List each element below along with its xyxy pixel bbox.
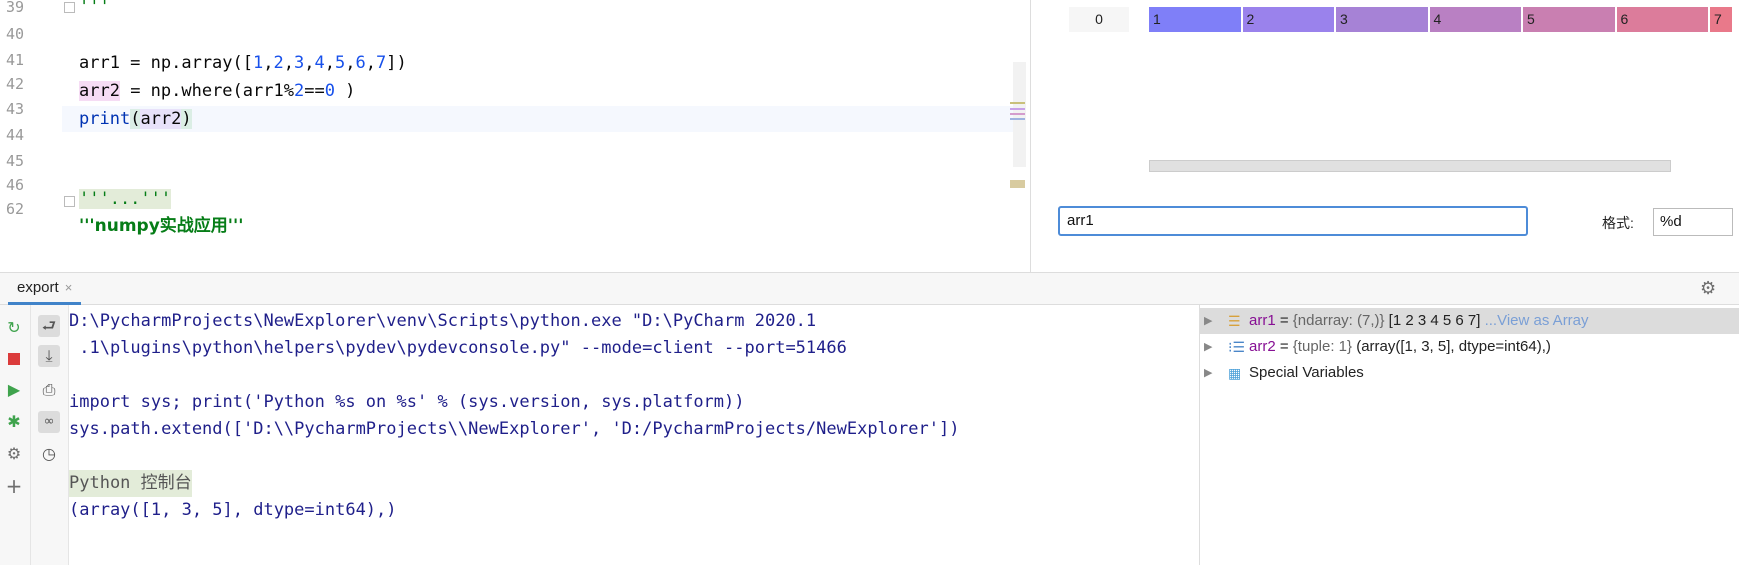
console-toolbar-secondary: ⮐ ⤓ ⎙ ∞ ◷ bbox=[31, 305, 69, 565]
horizontal-scrollbar[interactable] bbox=[1149, 160, 1671, 172]
gear-icon[interactable]: ⚙ bbox=[1700, 278, 1716, 299]
code-line-41[interactable]: arr1 = np.array([1,2,3,4,5,6,7]) bbox=[79, 50, 407, 76]
format-input[interactable]: %d bbox=[1653, 208, 1733, 236]
tab-label: export bbox=[17, 279, 59, 296]
code-line-39[interactable]: ''' bbox=[79, 0, 110, 20]
console-output[interactable]: D:\PycharmProjects\NewExplorer\venv\Scri… bbox=[69, 305, 1200, 565]
line-number: 40 bbox=[5, 25, 24, 43]
tuple-icon: ⁝☰ bbox=[1228, 339, 1246, 355]
line-number: 45 bbox=[5, 152, 24, 170]
history-icon[interactable]: ◷ bbox=[38, 443, 60, 465]
array-cell[interactable]: 3 bbox=[1336, 7, 1428, 32]
expand-arrow-icon[interactable]: ▶ bbox=[1204, 360, 1212, 386]
code-line-46[interactable]: '''...''' bbox=[79, 186, 172, 212]
caret-line-highlight bbox=[62, 106, 1014, 132]
info-stripe[interactable] bbox=[1010, 108, 1025, 110]
code-line-42[interactable]: arr2 = np.where(arr1%2==0 ) bbox=[79, 78, 355, 104]
line-number: 42 bbox=[5, 75, 24, 93]
ndarray-icon: ☰ bbox=[1228, 313, 1241, 329]
view-as-array-link[interactable]: ...View as Array bbox=[1480, 312, 1589, 329]
fold-stripe[interactable] bbox=[1010, 180, 1025, 188]
console-banner: Python 控制台 bbox=[69, 470, 192, 497]
run-icon[interactable]: ▶ bbox=[3, 379, 25, 401]
debug-icon[interactable]: ✱ bbox=[3, 411, 25, 433]
info-stripe[interactable] bbox=[1010, 113, 1025, 115]
array-cell[interactable]: 2 bbox=[1242, 7, 1334, 32]
row-index: 0 bbox=[1069, 7, 1129, 32]
special-variables-icon: ▦ bbox=[1228, 365, 1242, 381]
variables-panel: ▶ ☰ arr1 = {ndarray: (7,)} [1 2 3 4 5 6 … bbox=[1200, 305, 1739, 565]
line-number: 41 bbox=[5, 51, 24, 69]
line-number: 62 bbox=[5, 200, 24, 218]
array-cell[interactable]: 5 bbox=[1523, 7, 1615, 32]
line-number: 44 bbox=[5, 126, 24, 144]
fold-end-icon[interactable] bbox=[64, 2, 75, 13]
close-icon[interactable]: × bbox=[65, 280, 73, 295]
slice-input[interactable]: arr1 bbox=[1058, 206, 1528, 236]
line-number: 46 bbox=[5, 176, 24, 194]
scroll-to-end-icon[interactable]: ⤓ bbox=[38, 345, 60, 367]
variable-row-special[interactable]: ▶ ▦ Special Variables bbox=[1200, 360, 1739, 386]
warning-stripe[interactable] bbox=[1010, 102, 1025, 104]
console-line: sys.path.extend(['D:\\PycharmProjects\\N… bbox=[69, 419, 960, 439]
fold-expand-icon[interactable] bbox=[64, 196, 75, 207]
tab-export[interactable]: export × bbox=[8, 273, 82, 305]
code-editor[interactable]: 39 40 41 42 43 44 45 46 62 ''' arr1 = np… bbox=[0, 0, 1028, 242]
array-viewer: 0 1234567 arr1 格式: %d bbox=[1030, 0, 1739, 272]
variable-row-arr2[interactable]: ▶ ⁝☰ arr2 = {tuple: 1} (array([1, 3, 5],… bbox=[1200, 334, 1739, 360]
console-line: D:\PycharmProjects\NewExplorer\venv\Scri… bbox=[69, 311, 817, 331]
print-icon[interactable]: ⎙ bbox=[38, 379, 60, 401]
console-line: .1\plugins\python\helpers\pydev\pydevcon… bbox=[69, 338, 847, 358]
expand-arrow-icon[interactable]: ▶ bbox=[1204, 308, 1212, 334]
variable-row-arr1[interactable]: ▶ ☰ arr1 = {ndarray: (7,)} [1 2 3 4 5 6 … bbox=[1200, 308, 1739, 334]
stop-icon[interactable] bbox=[3, 347, 25, 369]
code-line-43[interactable]: print(arr2) bbox=[79, 106, 192, 132]
array-cell[interactable]: 6 bbox=[1616, 7, 1708, 32]
line-number: 39 bbox=[5, 0, 24, 16]
code-line-62[interactable]: '''numpy实战应用''' bbox=[79, 213, 243, 239]
array-cell[interactable]: 1 bbox=[1149, 7, 1241, 32]
rerun-icon[interactable]: ↻ bbox=[3, 317, 25, 339]
array-cell[interactable]: 7 bbox=[1710, 7, 1732, 32]
line-number: 43 bbox=[5, 100, 24, 118]
settings-icon[interactable]: ⚙ bbox=[3, 443, 25, 465]
console-toolbar: ↻ ▶ ✱ ⚙ + bbox=[0, 305, 31, 565]
show-variables-icon[interactable]: ∞ bbox=[38, 411, 60, 433]
console-line: import sys; print('Python %s on %s' % (s… bbox=[69, 392, 745, 412]
console-line: (array([1, 3, 5], dtype=int64),) bbox=[69, 500, 397, 520]
add-icon[interactable]: + bbox=[3, 475, 25, 497]
info-stripe[interactable] bbox=[1010, 118, 1025, 120]
array-cell[interactable]: 4 bbox=[1429, 7, 1521, 32]
soft-wrap-icon[interactable]: ⮐ bbox=[38, 315, 60, 337]
format-label: 格式: bbox=[1602, 215, 1634, 231]
expand-arrow-icon[interactable]: ▶ bbox=[1204, 334, 1212, 360]
tool-window-header: export × ⚙ bbox=[0, 272, 1739, 305]
